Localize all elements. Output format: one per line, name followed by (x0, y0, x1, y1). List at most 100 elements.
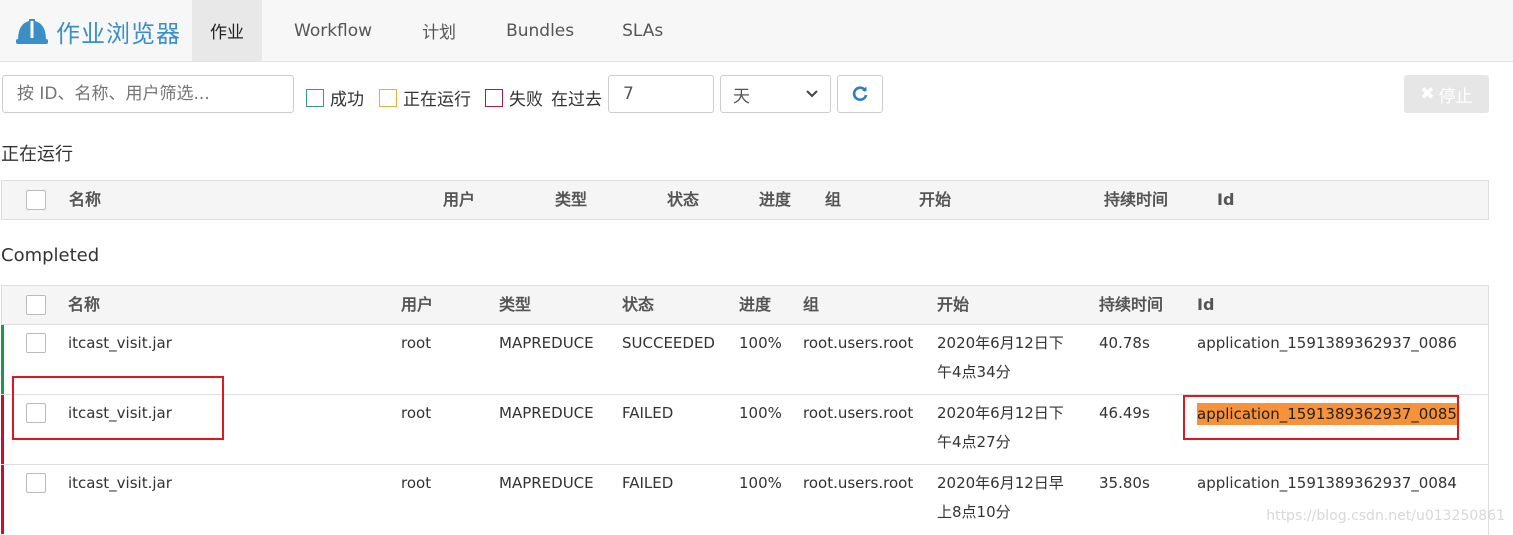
tab-bundles-label: Bundles (506, 20, 575, 41)
col-duration[interactable]: 持续时间 (1099, 286, 1163, 324)
tab-jobs[interactable]: 作业 (192, 0, 262, 61)
tab-bundles[interactable]: Bundles (488, 0, 602, 61)
filter-failed[interactable]: 失败 (485, 85, 543, 110)
job-group: root.users.root (803, 334, 914, 352)
past-label: 在过去 (551, 85, 602, 110)
col-id[interactable]: Id (1197, 286, 1214, 324)
job-status: FAILED (622, 404, 674, 422)
main-nav: 作业 Workflow 计划 Bundles SLAs (192, 0, 681, 61)
col-user[interactable]: 用户 (401, 286, 433, 324)
job-start-line2: 午4点34分 (937, 363, 1011, 381)
job-progress: 100% (739, 334, 782, 352)
status-indicator (1, 325, 4, 394)
watermark: https://blog.csdn.net/u013250861 (1266, 508, 1505, 524)
hard-hat-icon (16, 19, 48, 44)
tab-jobs-label: 作业 (210, 23, 244, 43)
col-start[interactable]: 开始 (919, 181, 951, 219)
running-table: 名称 用户 类型 状态 进度 组 开始 持续时间 Id (1, 180, 1489, 220)
succeeded-label: 成功 (330, 90, 364, 110)
succeeded-checkbox[interactable] (306, 88, 324, 107)
job-duration: 40.78s (1099, 334, 1150, 352)
job-group: root.users.root (803, 404, 914, 422)
col-status[interactable]: 状态 (622, 286, 654, 324)
col-progress[interactable]: 进度 (739, 286, 771, 324)
time-unit-select[interactable]: 天 (720, 75, 831, 113)
running-checkbox[interactable] (379, 88, 397, 107)
completed-table-header: 名称 用户 类型 状态 进度 组 开始 持续时间 Id (2, 286, 1488, 324)
search-input[interactable] (2, 75, 294, 113)
col-type[interactable]: 类型 (555, 181, 587, 219)
top-navbar: 作业浏览器 作业 Workflow 计划 Bundles SLAs (0, 0, 1513, 62)
status-indicator (1, 395, 4, 464)
running-section-title: 正在运行 (1, 144, 73, 165)
refresh-icon (852, 86, 868, 101)
refresh-button[interactable] (837, 75, 883, 113)
days-input[interactable] (608, 75, 714, 113)
col-duration[interactable]: 持续时间 (1104, 181, 1168, 219)
job-type: MAPREDUCE (499, 474, 594, 492)
job-start-line1: 2020年6月12日下 (937, 334, 1064, 352)
job-user: root (401, 474, 432, 492)
annotation-box-name (12, 376, 224, 440)
time-unit-value: 天 (733, 86, 750, 107)
col-progress[interactable]: 进度 (759, 181, 791, 219)
status-indicator (1, 465, 4, 534)
close-icon: ✖ (1420, 84, 1435, 104)
job-start-line2: 午4点27分 (937, 433, 1011, 451)
past-label-text: 在过去 (551, 90, 602, 110)
col-start[interactable]: 开始 (937, 286, 969, 324)
job-start-line2: 上8点10分 (937, 503, 1011, 521)
job-status: FAILED (622, 474, 674, 492)
col-group[interactable]: 组 (803, 286, 819, 324)
col-name[interactable]: 名称 (68, 286, 100, 324)
job-group: root.users.root (803, 474, 914, 492)
stop-button[interactable]: ✖ 停止 (1404, 75, 1489, 113)
job-start: 2020年6月12日早 上8点10分 (937, 469, 1064, 527)
job-name-link[interactable]: itcast_visit.jar (68, 469, 172, 498)
table-row[interactable]: itcast_visit.jar root MAPREDUCE FAILED 1… (1, 464, 1488, 534)
col-status[interactable]: 状态 (667, 181, 699, 219)
job-type: MAPREDUCE (499, 334, 594, 352)
col-user[interactable]: 用户 (443, 181, 475, 219)
annotation-box-id (1183, 395, 1459, 440)
failed-label: 失败 (509, 90, 543, 110)
filter-bar: 成功 正在运行 失败 在过去 天 ✖ 停止 (0, 75, 1513, 115)
failed-checkbox[interactable] (485, 88, 503, 107)
job-duration: 35.80s (1099, 474, 1150, 492)
job-start: 2020年6月12日下 午4点27分 (937, 399, 1064, 457)
row-checkbox[interactable] (26, 333, 46, 353)
tab-slas-label: SLAs (622, 20, 664, 41)
chevron-down-icon (806, 90, 818, 98)
job-start: 2020年6月12日下 午4点34分 (937, 329, 1064, 387)
stop-label: 停止 (1438, 86, 1473, 107)
row-checkbox[interactable] (26, 473, 46, 493)
job-name-link[interactable]: itcast_visit.jar (68, 329, 172, 358)
job-progress: 100% (739, 474, 782, 492)
col-name[interactable]: 名称 (69, 181, 101, 219)
job-duration: 46.49s (1099, 404, 1150, 422)
col-type[interactable]: 类型 (499, 286, 531, 324)
filter-running[interactable]: 正在运行 (379, 85, 471, 110)
job-start-line1: 2020年6月12日早 (937, 474, 1064, 492)
job-id-link[interactable]: application_1591389362937_0084 (1197, 469, 1457, 498)
job-id-link[interactable]: application_1591389362937_0086 (1197, 329, 1457, 358)
tab-workflow-label: Workflow (294, 20, 373, 41)
running-table-header: 名称 用户 类型 状态 进度 组 开始 持续时间 Id (2, 181, 1488, 219)
col-group[interactable]: 组 (825, 181, 841, 219)
table-row[interactable]: itcast_visit.jar root MAPREDUCE SUCCEEDE… (1, 324, 1488, 394)
job-start-line1: 2020年6月12日下 (937, 404, 1064, 422)
completed-select-all-checkbox[interactable] (26, 295, 46, 315)
app-title: 作业浏览器 (56, 19, 181, 48)
tab-schedules[interactable]: 计划 (394, 0, 488, 61)
job-type: MAPREDUCE (499, 404, 594, 422)
app-logo[interactable]: 作业浏览器 (16, 14, 181, 48)
running-label: 正在运行 (403, 90, 471, 110)
running-select-all-checkbox[interactable] (26, 190, 46, 210)
job-progress: 100% (739, 404, 782, 422)
col-id[interactable]: Id (1217, 181, 1234, 219)
job-user: root (401, 404, 432, 422)
tab-schedules-label: 计划 (422, 23, 457, 43)
filter-succeeded[interactable]: 成功 (306, 85, 364, 110)
tab-slas[interactable]: SLAs (602, 0, 681, 61)
tab-workflow[interactable]: Workflow (262, 0, 394, 61)
